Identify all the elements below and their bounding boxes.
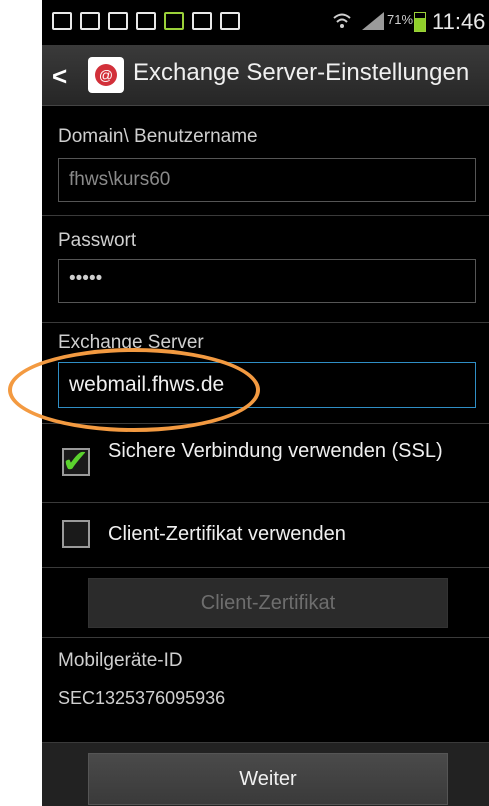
mail-icon bbox=[136, 12, 156, 30]
download-icon bbox=[220, 12, 240, 30]
device-id-label: Mobilgeräte-ID bbox=[58, 650, 183, 671]
password-value: ••••• bbox=[69, 268, 103, 289]
client-cert-checkbox[interactable] bbox=[62, 520, 90, 548]
at-symbol-icon: @ bbox=[95, 64, 117, 86]
divider bbox=[42, 502, 489, 503]
domain-username-value: fhws\kurs60 bbox=[69, 169, 171, 190]
action-bar: < @ Exchange Server-Einstellungen bbox=[42, 45, 489, 106]
wifi-icon bbox=[333, 13, 351, 28]
page-title: Exchange Server-Einstellungen bbox=[133, 59, 470, 86]
divider bbox=[42, 567, 489, 568]
calendar-icon bbox=[108, 12, 128, 30]
bottom-bar: Weiter bbox=[42, 742, 489, 806]
divider bbox=[42, 637, 489, 638]
battery-icon bbox=[414, 12, 426, 32]
password-input[interactable]: ••••• bbox=[58, 259, 476, 303]
email-app-icon: @ bbox=[88, 57, 124, 93]
check-icon bbox=[192, 12, 212, 30]
server-label: Exchange Server bbox=[58, 332, 204, 353]
clock: 11:46 bbox=[432, 9, 486, 34]
exchange-server-input[interactable]: webmail.fhws.de bbox=[58, 362, 476, 408]
exchange-server-value: webmail.fhws.de bbox=[69, 373, 225, 396]
divider bbox=[42, 322, 489, 323]
domain-username-input[interactable]: fhws\kurs60 bbox=[58, 158, 476, 202]
client-cert-label[interactable]: Client-Zertifikat verwenden bbox=[108, 521, 478, 547]
next-button[interactable]: Weiter bbox=[88, 753, 448, 805]
phone-screen: 71% 11:46 < @ Exchange Server-Einstellun… bbox=[42, 0, 489, 806]
domain-label: Domain\ Benutzername bbox=[58, 126, 258, 147]
ssl-checkbox[interactable]: ✔ bbox=[62, 443, 90, 479]
client-certificate-button[interactable]: Client-Zertifikat bbox=[88, 578, 448, 628]
ssl-label[interactable]: Sichere Verbindung verwenden (SSL) bbox=[108, 438, 478, 464]
battery-fill bbox=[415, 18, 425, 31]
signal-icon bbox=[362, 12, 384, 30]
battery-percent: 71% bbox=[387, 12, 414, 27]
checkmark-icon: ✔ bbox=[62, 443, 89, 479]
back-icon[interactable]: < bbox=[52, 61, 67, 92]
status-bar: 71% 11:46 bbox=[42, 0, 489, 42]
notification-icon bbox=[52, 12, 72, 30]
settings-icon bbox=[164, 12, 184, 30]
device-id-value: SEC1325376095936 bbox=[58, 688, 226, 708]
divider bbox=[42, 215, 489, 216]
image-icon bbox=[80, 12, 100, 30]
divider bbox=[42, 423, 489, 424]
password-label: Passwort bbox=[58, 230, 137, 251]
